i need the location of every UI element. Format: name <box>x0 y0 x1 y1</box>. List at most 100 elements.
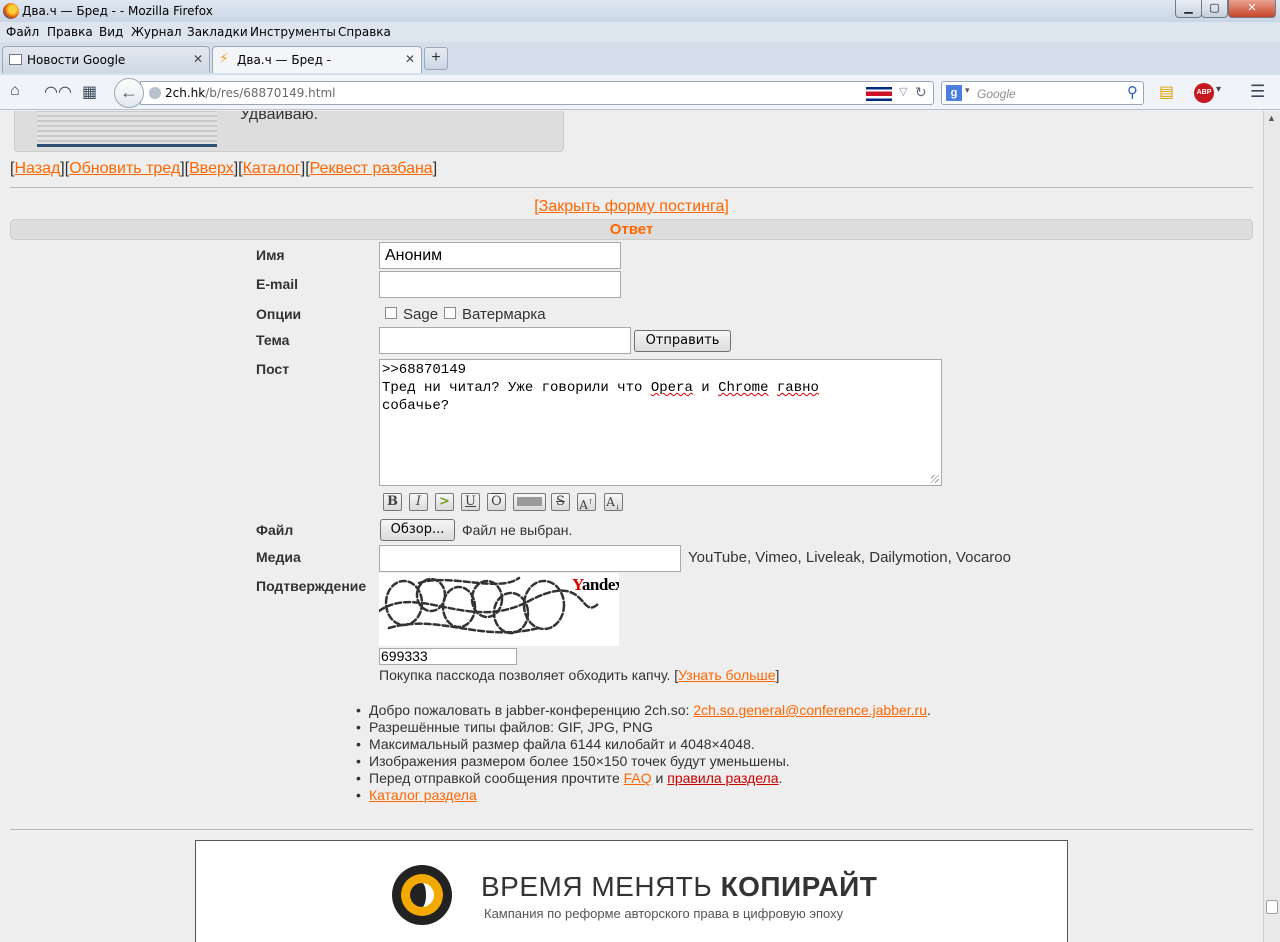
captcha-input[interactable]: 699333 <box>379 648 517 665</box>
italic-button[interactable]: I <box>409 493 428 511</box>
underline-button[interactable]: U <box>461 493 480 511</box>
menu-bookmarks[interactable]: Закладки <box>187 25 248 39</box>
menu-file[interactable]: Файл <box>6 25 39 39</box>
menu-edit[interactable]: Правка <box>47 25 93 39</box>
catalog-link[interactable]: Каталог <box>243 160 301 177</box>
country-flag-icon <box>866 87 892 101</box>
reload-icon[interactable]: ↻ <box>915 84 927 101</box>
vertical-scrollbar[interactable]: ▲ <box>1263 111 1280 942</box>
search-placeholder: Google <box>977 87 1016 101</box>
menu-hamburger-icon[interactable]: ☰ <box>1250 82 1265 102</box>
subject-input[interactable] <box>379 327 631 354</box>
dropdown-arrow-icon[interactable]: ▽ <box>899 85 907 98</box>
adblock-dropdown-icon[interactable]: ▾ <box>1216 84 1221 95</box>
close-form-line: [Закрыть форму постинга] <box>0 198 1263 216</box>
news-icon <box>9 54 22 65</box>
tab-title: Два.ч — Бред - <box>237 53 332 67</box>
post-label: Пост <box>256 361 290 377</box>
close-form-link[interactable]: [Закрыть форму постинга] <box>534 198 729 215</box>
name-input[interactable]: Аноним <box>379 242 621 269</box>
unban-request-link[interactable]: Реквест разбана <box>310 160 433 177</box>
name-label: Имя <box>256 247 285 263</box>
menu-view[interactable]: Вид <box>99 25 123 39</box>
search-icon[interactable]: ⚲ <box>1127 83 1138 101</box>
spoiler-icon <box>517 497 542 506</box>
file-label: Файл <box>256 522 294 538</box>
resize-grip-icon[interactable] <box>931 475 939 483</box>
lightning-icon: ⚡ <box>219 51 229 67</box>
address-bar[interactable]: 2ch.hk/b/res/68870149.html ▽ ↻ <box>140 81 934 105</box>
submit-button[interactable]: Отправить <box>634 330 731 352</box>
reply-header: Ответ <box>10 219 1253 240</box>
back-button[interactable]: ← <box>114 78 144 108</box>
list-item: Перед отправкой сообщения прочтите FAQ и… <box>354 770 931 787</box>
close-tab-icon[interactable]: ✕ <box>193 52 203 66</box>
overline-button[interactable]: O <box>487 493 506 511</box>
subject-label: Тема <box>256 332 290 348</box>
window-title: Два.ч — Бред - - Mozilla Firefox <box>22 4 213 18</box>
copyright-campaign-logo-icon <box>392 865 452 925</box>
bookmark-icon[interactable]: ▤ <box>1159 82 1174 102</box>
scroll-up-icon[interactable]: ▲ <box>1267 113 1276 123</box>
home-icon[interactable]: ⌂ <box>10 82 20 100</box>
sage-label: Sage <box>403 306 439 323</box>
jabber-link[interactable]: 2ch.so.general@conference.jabber.ru <box>693 702 927 718</box>
superscript-button[interactable]: A↑ <box>577 493 596 512</box>
post-thumbnail[interactable] <box>37 111 217 147</box>
navigation-toolbar: ⌂ ◠◠ ▦ 2ch.hk/b/res/68870149.html ▽ ↻ ← … <box>0 75 1280 110</box>
minimize-button[interactable]: ▁ <box>1175 0 1202 18</box>
google-icon[interactable]: g <box>946 85 962 101</box>
engine-dropdown-icon[interactable]: ▾ <box>965 85 970 96</box>
sage-checkbox[interactable] <box>385 307 397 319</box>
bold-button[interactable]: B <box>383 493 402 511</box>
post-text: Удваиваю. <box>240 111 319 123</box>
maximize-button[interactable]: ▢ <box>1201 0 1228 18</box>
watermark-label: Ватермарка <box>462 306 546 323</box>
list-item: Разрешённые типы файлов: GIF, JPG, PNG <box>354 719 931 736</box>
close-window-button[interactable]: ✕ <box>1228 0 1276 18</box>
list-item: Добро пожаловать в jabber-конференцию 2c… <box>354 702 931 719</box>
spoiler-button[interactable] <box>513 493 546 511</box>
firefox-logo-icon <box>3 3 19 19</box>
menu-history[interactable]: Журнал <box>131 25 182 39</box>
top-link[interactable]: Вверх <box>189 160 234 177</box>
new-tab-button[interactable]: + <box>424 47 448 70</box>
banner-subline: Кампания по реформе авторского права в ц… <box>484 906 844 921</box>
file-status: Файл не выбран. <box>462 522 573 538</box>
mask-icon[interactable]: ◠◠ <box>44 82 72 102</box>
divider <box>10 187 1253 188</box>
faq-link[interactable]: FAQ <box>624 770 652 786</box>
media-hint: YouTube, Vimeo, Liveleak, Dailymotion, V… <box>688 549 1011 566</box>
refresh-thread-link[interactable]: Обновить тред <box>69 160 180 177</box>
quote-button[interactable]: > <box>435 493 454 511</box>
grid-icon[interactable]: ▦ <box>82 82 97 102</box>
tab-2ch[interactable]: ⚡ Два.ч — Бред - ✕ <box>212 46 422 73</box>
copyright-banner[interactable]: ВРЕМЯ МЕНЯТЬ КОПИРАЙТ Кампания по реформ… <box>195 840 1068 942</box>
search-bar[interactable]: g ▾ Google ⚲ <box>941 81 1144 105</box>
tab-title: Новости Google <box>27 53 126 67</box>
subscript-button[interactable]: A↓ <box>604 493 623 511</box>
divider <box>10 829 1253 830</box>
menu-tools[interactable]: Инструменты <box>250 25 336 39</box>
list-item: Изображения размером более 150×150 точек… <box>354 753 931 770</box>
menu-help[interactable]: Справка <box>338 25 391 39</box>
close-tab-icon[interactable]: ✕ <box>405 52 415 66</box>
board-catalog-link[interactable]: Каталог раздела <box>369 787 477 803</box>
back-link[interactable]: Назад <box>14 160 60 177</box>
adblock-plus-icon[interactable]: ABP <box>1194 83 1214 103</box>
captcha-image: Yandex <box>379 573 619 646</box>
media-input[interactable] <box>379 545 681 572</box>
globe-icon <box>149 87 161 99</box>
post-textarea[interactable]: >>68870149 Тред ни читал? Уже говорили ч… <box>379 359 942 486</box>
email-input[interactable] <box>379 271 621 298</box>
watermark-checkbox[interactable] <box>444 307 456 319</box>
menu-bar: Файл Правка Вид Журнал Закладки Инструме… <box>0 22 1280 42</box>
options-label: Опции <box>256 306 302 322</box>
board-rules-link[interactable]: правила раздела <box>667 770 778 786</box>
scroll-thumb[interactable] <box>1266 900 1278 914</box>
strike-button[interactable]: S <box>551 493 570 511</box>
browse-button[interactable]: Обзор... <box>380 519 455 541</box>
learn-more-link[interactable]: Узнать больше <box>678 667 775 683</box>
tab-google-news[interactable]: Новости Google ✕ <box>2 46 210 73</box>
board-info-list: Добро пожаловать в jabber-конференцию 2c… <box>354 702 931 804</box>
